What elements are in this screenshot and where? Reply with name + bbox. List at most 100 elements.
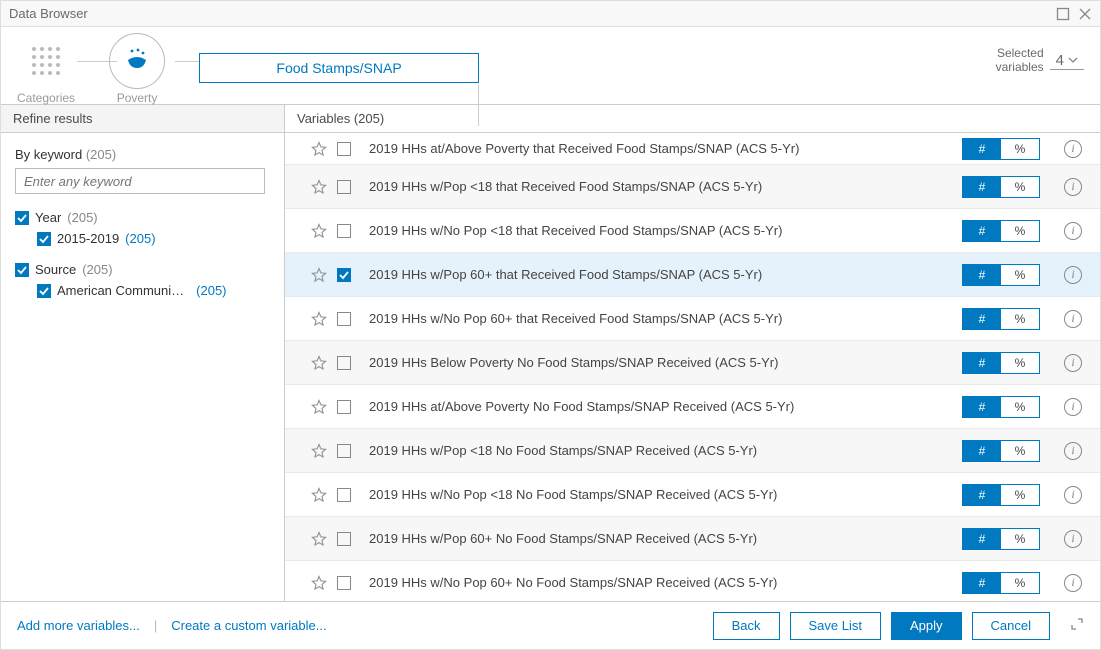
- favorite-star-icon[interactable]: [311, 443, 327, 459]
- unit-toggle[interactable]: #%: [962, 396, 1040, 418]
- unit-hash[interactable]: #: [963, 221, 1001, 241]
- unit-percent[interactable]: %: [1001, 265, 1039, 285]
- checkbox-icon[interactable]: [37, 284, 51, 298]
- checkbox-icon[interactable]: [15, 263, 29, 277]
- info-icon[interactable]: i: [1064, 222, 1082, 240]
- row-checkbox[interactable]: [337, 488, 351, 502]
- favorite-star-icon[interactable]: [311, 575, 327, 591]
- unit-toggle[interactable]: #%: [962, 572, 1040, 594]
- variable-row[interactable]: 2019 HHs w/Pop <18 No Food Stamps/SNAP R…: [285, 429, 1100, 473]
- filter-year-range[interactable]: 2015-2019 (205): [15, 231, 270, 246]
- filter-source-acs[interactable]: American Communi… (205): [15, 283, 270, 298]
- unit-percent[interactable]: %: [1001, 441, 1039, 461]
- unit-toggle[interactable]: #%: [962, 528, 1040, 550]
- unit-hash[interactable]: #: [963, 139, 1001, 159]
- row-checkbox[interactable]: [337, 312, 351, 326]
- info-icon[interactable]: i: [1064, 398, 1082, 416]
- variable-row[interactable]: 2019 HHs at/Above Poverty that Received …: [285, 133, 1100, 165]
- unit-hash[interactable]: #: [963, 309, 1001, 329]
- favorite-star-icon[interactable]: [311, 179, 327, 195]
- create-custom-variable-link[interactable]: Create a custom variable...: [171, 618, 326, 633]
- variable-row[interactable]: 2019 HHs w/No Pop 60+ No Food Stamps/SNA…: [285, 561, 1100, 601]
- unit-percent[interactable]: %: [1001, 309, 1039, 329]
- add-more-variables-link[interactable]: Add more variables...: [17, 618, 140, 633]
- unit-hash[interactable]: #: [963, 529, 1001, 549]
- unit-toggle[interactable]: #%: [962, 264, 1040, 286]
- keyword-input[interactable]: [15, 168, 265, 194]
- row-checkbox[interactable]: [337, 576, 351, 590]
- unit-hash[interactable]: #: [963, 353, 1001, 373]
- apply-button[interactable]: Apply: [891, 612, 962, 640]
- back-button[interactable]: Back: [713, 612, 780, 640]
- variable-row[interactable]: 2019 HHs at/Above Poverty No Food Stamps…: [285, 385, 1100, 429]
- checkbox-icon[interactable]: [37, 232, 51, 246]
- variable-row[interactable]: 2019 HHs Below Poverty No Food Stamps/SN…: [285, 341, 1100, 385]
- info-icon[interactable]: i: [1064, 574, 1082, 592]
- unit-percent[interactable]: %: [1001, 529, 1039, 549]
- unit-percent[interactable]: %: [1001, 573, 1039, 593]
- unit-hash[interactable]: #: [963, 265, 1001, 285]
- info-icon[interactable]: i: [1064, 178, 1082, 196]
- unit-hash[interactable]: #: [963, 573, 1001, 593]
- unit-hash[interactable]: #: [963, 441, 1001, 461]
- row-checkbox[interactable]: [337, 180, 351, 194]
- unit-hash[interactable]: #: [963, 485, 1001, 505]
- variable-row[interactable]: 2019 HHs w/No Pop <18 No Food Stamps/SNA…: [285, 473, 1100, 517]
- breadcrumb-categories[interactable]: Categories: [17, 33, 75, 105]
- unit-percent[interactable]: %: [1001, 397, 1039, 417]
- favorite-star-icon[interactable]: [311, 141, 327, 157]
- variable-row[interactable]: 2019 HHs w/Pop <18 that Received Food St…: [285, 165, 1100, 209]
- maximize-icon[interactable]: [1056, 7, 1070, 21]
- unit-toggle[interactable]: #%: [962, 440, 1040, 462]
- unit-toggle[interactable]: #%: [962, 176, 1040, 198]
- expand-icon[interactable]: [1070, 617, 1084, 634]
- selected-variables[interactable]: Selected variables 4: [996, 47, 1084, 75]
- favorite-star-icon[interactable]: [311, 223, 327, 239]
- variable-row[interactable]: 2019 HHs w/No Pop 60+ that Received Food…: [285, 297, 1100, 341]
- unit-toggle[interactable]: #%: [962, 352, 1040, 374]
- info-icon[interactable]: i: [1064, 530, 1082, 548]
- info-icon[interactable]: i: [1064, 266, 1082, 284]
- row-checkbox[interactable]: [337, 444, 351, 458]
- filter-year[interactable]: Year (205): [15, 210, 270, 225]
- favorite-star-icon[interactable]: [311, 531, 327, 547]
- info-icon[interactable]: i: [1064, 140, 1082, 158]
- info-icon[interactable]: i: [1064, 486, 1082, 504]
- favorite-star-icon[interactable]: [311, 355, 327, 371]
- unit-hash[interactable]: #: [963, 177, 1001, 197]
- breadcrumb-poverty[interactable]: Poverty: [109, 33, 165, 105]
- unit-percent[interactable]: %: [1001, 177, 1039, 197]
- unit-toggle[interactable]: #%: [962, 308, 1040, 330]
- info-icon[interactable]: i: [1064, 310, 1082, 328]
- row-checkbox[interactable]: [337, 142, 351, 156]
- unit-percent[interactable]: %: [1001, 485, 1039, 505]
- topic-pill[interactable]: Food Stamps/SNAP: [199, 53, 479, 83]
- variable-list[interactable]: 2019 HHs at/Above Poverty that Received …: [285, 133, 1100, 601]
- info-icon[interactable]: i: [1064, 442, 1082, 460]
- unit-toggle[interactable]: #%: [962, 484, 1040, 506]
- unit-toggle[interactable]: #%: [962, 138, 1040, 160]
- row-checkbox[interactable]: [337, 532, 351, 546]
- cancel-button[interactable]: Cancel: [972, 612, 1050, 640]
- favorite-star-icon[interactable]: [311, 267, 327, 283]
- row-checkbox[interactable]: [337, 400, 351, 414]
- unit-percent[interactable]: %: [1001, 353, 1039, 373]
- info-icon[interactable]: i: [1064, 354, 1082, 372]
- favorite-star-icon[interactable]: [311, 487, 327, 503]
- close-icon[interactable]: [1078, 7, 1092, 21]
- save-list-button[interactable]: Save List: [790, 612, 881, 640]
- checkbox-icon[interactable]: [15, 211, 29, 225]
- favorite-star-icon[interactable]: [311, 399, 327, 415]
- variable-row[interactable]: 2019 HHs w/No Pop <18 that Received Food…: [285, 209, 1100, 253]
- unit-toggle[interactable]: #%: [962, 220, 1040, 242]
- row-checkbox[interactable]: [337, 224, 351, 238]
- favorite-star-icon[interactable]: [311, 311, 327, 327]
- filter-source[interactable]: Source (205): [15, 262, 270, 277]
- row-checkbox[interactable]: [337, 268, 351, 282]
- unit-percent[interactable]: %: [1001, 139, 1039, 159]
- row-checkbox[interactable]: [337, 356, 351, 370]
- unit-hash[interactable]: #: [963, 397, 1001, 417]
- variable-row[interactable]: 2019 HHs w/Pop 60+ No Food Stamps/SNAP R…: [285, 517, 1100, 561]
- variable-row[interactable]: 2019 HHs w/Pop 60+ that Received Food St…: [285, 253, 1100, 297]
- unit-percent[interactable]: %: [1001, 221, 1039, 241]
